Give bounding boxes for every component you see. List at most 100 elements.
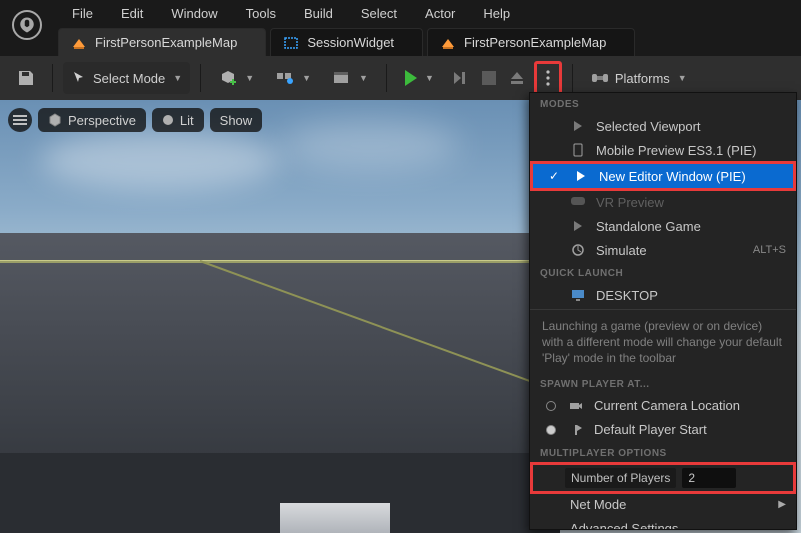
save-button[interactable] (10, 62, 42, 94)
radio-icon (546, 401, 556, 411)
spawn-label: Default Player Start (594, 422, 786, 437)
play-icon (570, 218, 586, 234)
tab-label: FirstPersonExampleMap (464, 35, 606, 50)
multiplayer-header: MULTIPLAYER OPTIONS (530, 442, 796, 463)
viewport-options-button[interactable] (8, 108, 32, 132)
mode-vr-preview: VR Preview (530, 190, 796, 214)
chevron-down-icon: ▼ (425, 73, 434, 83)
advanced-label: Advanced Settings... (570, 521, 786, 530)
lit-label: Lit (180, 113, 194, 128)
num-players-input[interactable] (682, 468, 736, 488)
add-content-button[interactable]: ▼ (211, 62, 262, 94)
tab-bar: FirstPersonExampleMap SessionWidget Firs… (0, 26, 801, 56)
perspective-button[interactable]: Perspective (38, 108, 146, 132)
eject-button[interactable] (506, 62, 528, 94)
sphere-icon (162, 114, 174, 126)
net-mode-label: Net Mode (570, 497, 768, 512)
select-mode-button[interactable]: Select Mode ▼ (63, 62, 190, 94)
vr-icon (570, 194, 586, 210)
tab-level-1[interactable]: FirstPersonExampleMap (58, 28, 266, 56)
menu-edit[interactable]: Edit (107, 2, 157, 25)
spawn-current-camera[interactable]: Current Camera Location (530, 394, 796, 418)
viewport-cloud (280, 120, 460, 170)
play-options-menu: MODES Selected Viewport Mobile Preview E… (529, 92, 797, 530)
separator (572, 64, 573, 92)
divider (530, 309, 796, 310)
num-players-highlight: Number of Players (530, 462, 796, 494)
viewport-toolbar: Perspective Lit Show (8, 108, 262, 132)
tab-label: SessionWidget (307, 35, 394, 50)
play-icon (405, 70, 417, 86)
widget-icon (283, 35, 299, 51)
menu-window[interactable]: Window (157, 2, 231, 25)
check-icon: ✓ (549, 169, 563, 183)
kebab-icon (546, 70, 550, 86)
playerstart-icon (568, 422, 584, 438)
menu-actor[interactable]: Actor (411, 2, 469, 25)
menu-help[interactable]: Help (469, 2, 524, 25)
lit-button[interactable]: Lit (152, 108, 204, 132)
menu-select[interactable]: Select (347, 2, 411, 25)
show-label: Show (220, 113, 253, 128)
mode-label: Selected Viewport (596, 119, 786, 134)
desktop-icon (570, 287, 586, 303)
unreal-logo[interactable] (12, 10, 42, 40)
platforms-button[interactable]: Platforms ▼ (583, 62, 695, 94)
cinematics-button[interactable]: ▼ (325, 62, 376, 94)
main-menu-bar: File Edit Window Tools Build Select Acto… (0, 0, 801, 26)
tab-widget[interactable]: SessionWidget (270, 28, 423, 56)
quick-launch-label: DESKTOP (596, 288, 786, 303)
hamburger-icon (13, 115, 27, 125)
mode-new-editor-window[interactable]: ✓ New Editor Window (PIE) (533, 164, 793, 188)
chevron-down-icon: ▼ (302, 73, 311, 83)
play-icon (570, 118, 586, 134)
menu-build[interactable]: Build (290, 2, 347, 25)
level-icon (71, 35, 87, 51)
advanced-settings-row[interactable]: Advanced Settings... (530, 517, 796, 530)
play-options-highlight (534, 61, 562, 95)
number-of-players-row: Number of Players (533, 465, 793, 491)
play-icon (573, 168, 589, 184)
mode-new-editor-highlight: ✓ New Editor Window (PIE) (530, 161, 796, 191)
net-mode-row[interactable]: Net Mode ▶ (530, 493, 796, 517)
level-icon (440, 35, 456, 51)
chevron-down-icon: ▼ (245, 73, 254, 83)
chevron-down-icon: ▼ (173, 73, 182, 83)
mode-label: Standalone Game (596, 219, 786, 234)
chevron-down-icon: ▼ (678, 73, 687, 83)
chevron-down-icon: ▼ (359, 73, 368, 83)
viewport-block (280, 503, 390, 533)
quick-launch-desktop[interactable]: DESKTOP (530, 283, 796, 307)
select-mode-label: Select Mode (93, 71, 165, 86)
marketplace-button[interactable]: ▼ (268, 62, 319, 94)
cube-icon (48, 113, 62, 127)
separator (52, 64, 53, 92)
tab-level-2[interactable]: FirstPersonExampleMap (427, 28, 635, 56)
mobile-icon (570, 142, 586, 158)
mode-label: Mobile Preview ES3.1 (PIE) (596, 143, 786, 158)
mode-label: Simulate (596, 243, 743, 258)
skip-button[interactable] (448, 62, 472, 94)
simulate-icon (570, 242, 586, 258)
menu-file[interactable]: File (58, 2, 107, 25)
num-players-label: Number of Players (565, 468, 676, 488)
tab-label: FirstPersonExampleMap (95, 35, 237, 50)
mode-standalone-game[interactable]: Standalone Game (530, 214, 796, 238)
play-options-button[interactable] (538, 65, 558, 91)
show-button[interactable]: Show (210, 108, 263, 132)
mode-label: New Editor Window (PIE) (599, 169, 783, 184)
mode-label: VR Preview (596, 195, 786, 210)
spawn-label: Current Camera Location (594, 398, 786, 413)
mode-simulate[interactable]: Simulate ALT+S (530, 238, 796, 262)
play-button[interactable]: ▼ (397, 62, 442, 94)
mode-mobile-preview[interactable]: Mobile Preview ES3.1 (PIE) (530, 138, 796, 162)
separator (386, 64, 387, 92)
camera-icon (568, 398, 584, 414)
mode-selected-viewport[interactable]: Selected Viewport (530, 114, 796, 138)
menu-tools[interactable]: Tools (232, 2, 290, 25)
spawn-default-start[interactable]: Default Player Start (530, 418, 796, 442)
submenu-arrow-icon: ▶ (778, 499, 786, 510)
stop-button[interactable] (478, 62, 500, 94)
radio-icon (546, 425, 556, 435)
shortcut-label: ALT+S (753, 244, 786, 256)
